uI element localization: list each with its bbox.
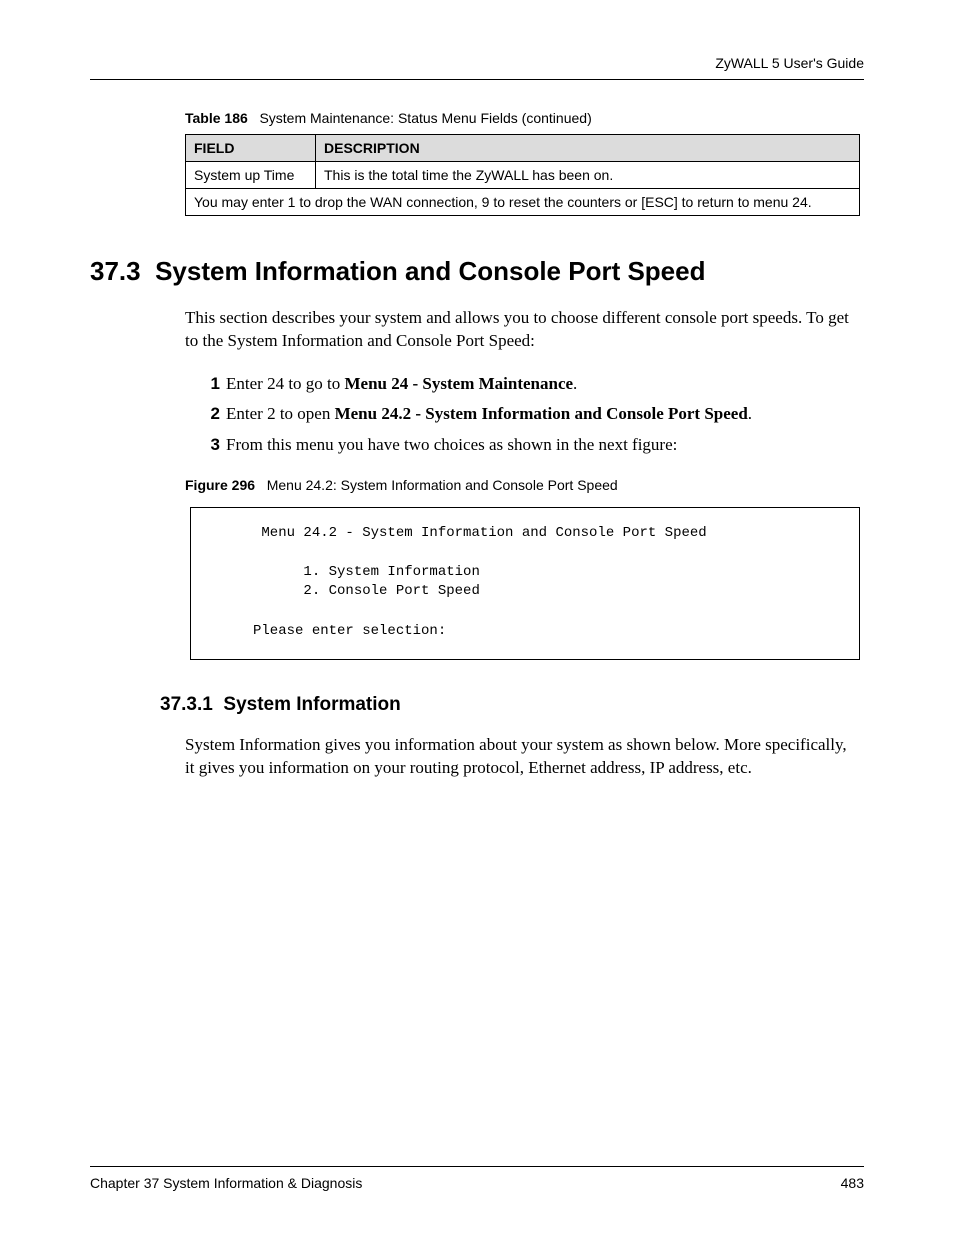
table-caption: Table 186 System Maintenance: Status Men… [185, 110, 864, 126]
step-text: Enter 2 to open Menu 24.2 - System Infor… [226, 399, 752, 430]
terminal-menu: Menu 24.2 - System Information and Conso… [190, 507, 860, 661]
section-heading: 37.3 System Information and Console Port… [90, 256, 864, 287]
cell-desc: This is the total time the ZyWALL has be… [316, 162, 860, 189]
step-text: From this menu you have two choices as s… [226, 430, 677, 461]
table-row: System up Time This is the total time th… [186, 162, 860, 189]
section-title: System Information and Console Port Spee… [155, 256, 705, 286]
th-field: FIELD [186, 135, 316, 162]
table-row: You may enter 1 to drop the WAN connecti… [186, 189, 860, 216]
cell-span: You may enter 1 to drop the WAN connecti… [186, 189, 860, 216]
subsection-title: System Information [223, 694, 400, 715]
table-header-row: FIELD DESCRIPTION [186, 135, 860, 162]
footer-page: 483 [841, 1175, 864, 1191]
page-footer: Chapter 37 System Information & Diagnosi… [90, 1166, 864, 1191]
step-prefix: Enter 24 to go to [226, 374, 345, 393]
figure-caption: Figure 296 Menu 24.2: System Information… [185, 477, 864, 493]
header-guide: ZyWALL 5 User's Guide [90, 55, 864, 79]
step-text: Enter 24 to go to Menu 24 - System Maint… [226, 369, 577, 400]
step-suffix: . [573, 374, 577, 393]
step-bold: Menu 24 - System Maintenance [345, 374, 574, 393]
header-rule [90, 79, 864, 80]
footer-chapter: Chapter 37 System Information & Diagnosi… [90, 1175, 362, 1191]
table-caption-label: Table 186 [185, 110, 248, 126]
step-suffix: . [748, 404, 752, 423]
table-caption-text: System Maintenance: Status Menu Fields (… [259, 110, 591, 126]
step-bold: Menu 24.2 - System Information and Conso… [335, 404, 748, 423]
section-num: 37.3 [90, 256, 141, 286]
figure-text: Menu 24.2: System Information and Consol… [267, 477, 618, 493]
cell-field: System up Time [186, 162, 316, 189]
step-3: 3 From this menu you have two choices as… [200, 430, 864, 461]
figure-label: Figure 296 [185, 477, 255, 493]
th-desc: DESCRIPTION [316, 135, 860, 162]
subsection-heading: 37.3.1 System Information [160, 694, 864, 716]
fields-table: FIELD DESCRIPTION System up Time This is… [185, 134, 860, 216]
step-num: 2 [200, 399, 220, 430]
subsection-num: 37.3.1 [160, 694, 213, 715]
step-1: 1 Enter 24 to go to Menu 24 - System Mai… [200, 369, 864, 400]
step-num: 1 [200, 369, 220, 400]
step-num: 3 [200, 430, 220, 461]
footer-rule [90, 1166, 864, 1167]
ordered-steps: 1 Enter 24 to go to Menu 24 - System Mai… [200, 369, 864, 461]
step-2: 2 Enter 2 to open Menu 24.2 - System Inf… [200, 399, 864, 430]
step-prefix: Enter 2 to open [226, 404, 335, 423]
section-intro: This section describes your system and a… [185, 307, 854, 353]
subsection-body: System Information gives you information… [185, 734, 854, 780]
